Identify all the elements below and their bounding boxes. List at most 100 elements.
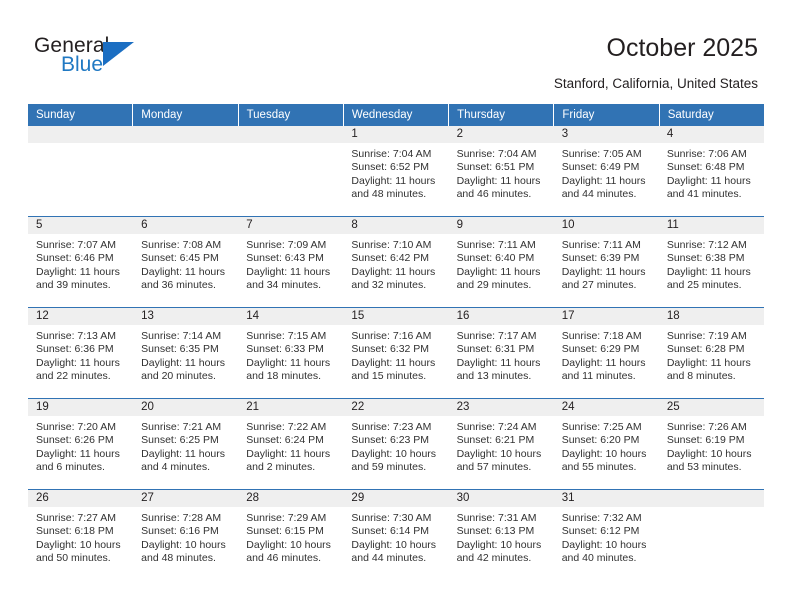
day-number[interactable]: 13	[133, 308, 238, 325]
day-cell[interactable]: Sunrise: 7:25 AM Sunset: 6:20 PM Dayligh…	[554, 416, 659, 489]
daylight-text: Daylight: 11 hours and 48 minutes.	[351, 174, 436, 201]
daylight-text: Daylight: 11 hours and 8 minutes.	[666, 356, 751, 383]
day-number[interactable]: 28	[238, 490, 343, 507]
week-daynumber-strip: 12 13 14 15 16 17 18	[28, 308, 764, 325]
sunset-text: Sunset: 6:38 PM	[666, 252, 745, 265]
day-cell[interactable]: Sunrise: 7:10 AM Sunset: 6:42 PM Dayligh…	[343, 234, 448, 307]
day-cell[interactable]: Sunrise: 7:32 AM Sunset: 6:12 PM Dayligh…	[554, 507, 659, 580]
day-number[interactable]: 27	[133, 490, 238, 507]
day-cell[interactable]	[238, 143, 343, 216]
day-number[interactable]: 21	[238, 399, 343, 416]
day-number[interactable]: 24	[554, 399, 659, 416]
day-cell[interactable]: Sunrise: 7:20 AM Sunset: 6:26 PM Dayligh…	[28, 416, 133, 489]
day-cell[interactable]: Sunrise: 7:04 AM Sunset: 6:52 PM Dayligh…	[343, 143, 448, 216]
day-number[interactable]: 9	[449, 217, 554, 234]
day-cell[interactable]: Sunrise: 7:06 AM Sunset: 6:48 PM Dayligh…	[659, 143, 764, 216]
day-number[interactable]: 1	[343, 126, 448, 143]
day-cell[interactable]: Sunrise: 7:14 AM Sunset: 6:35 PM Dayligh…	[133, 325, 238, 398]
day-number[interactable]: 2	[449, 126, 554, 143]
weekday-saturday: Saturday	[659, 104, 764, 126]
day-number[interactable]: 31	[554, 490, 659, 507]
day-number[interactable]: 4	[659, 126, 764, 143]
day-number[interactable]: 14	[238, 308, 343, 325]
day-cell[interactable]: Sunrise: 7:13 AM Sunset: 6:36 PM Dayligh…	[28, 325, 133, 398]
sunset-text: Sunset: 6:21 PM	[456, 434, 535, 447]
sunrise-text: Sunrise: 7:09 AM	[246, 239, 327, 251]
weekday-tuesday: Tuesday	[238, 104, 344, 126]
day-number[interactable]: 22	[343, 399, 448, 416]
day-number[interactable]: 10	[554, 217, 659, 234]
day-cell[interactable]: Sunrise: 7:16 AM Sunset: 6:32 PM Dayligh…	[343, 325, 448, 398]
day-cell[interactable]: Sunrise: 7:21 AM Sunset: 6:25 PM Dayligh…	[133, 416, 238, 489]
day-number[interactable]: 25	[659, 399, 764, 416]
day-number[interactable]: 18	[659, 308, 764, 325]
day-number[interactable]: 12	[28, 308, 133, 325]
daylight-text: Daylight: 11 hours and 13 minutes.	[456, 356, 541, 383]
daylight-text: Daylight: 10 hours and 42 minutes.	[456, 538, 542, 565]
sunset-text: Sunset: 6:29 PM	[561, 343, 640, 356]
day-number[interactable]	[238, 126, 343, 143]
day-cell[interactable]: Sunrise: 7:18 AM Sunset: 6:29 PM Dayligh…	[554, 325, 659, 398]
sunrise-text: Sunrise: 7:24 AM	[456, 421, 537, 433]
day-number[interactable]: 26	[28, 490, 133, 507]
sunset-text: Sunset: 6:36 PM	[36, 343, 114, 356]
daylight-text: Daylight: 10 hours and 53 minutes.	[666, 447, 752, 474]
day-cell[interactable]: Sunrise: 7:04 AM Sunset: 6:51 PM Dayligh…	[449, 143, 554, 216]
day-cell[interactable]: Sunrise: 7:31 AM Sunset: 6:13 PM Dayligh…	[449, 507, 554, 580]
day-number[interactable]: 29	[343, 490, 448, 507]
day-number[interactable]: 7	[238, 217, 343, 234]
sunset-text: Sunset: 6:31 PM	[456, 343, 535, 356]
sunrise-text: Sunrise: 7:11 AM	[456, 239, 536, 251]
day-cell[interactable]	[133, 143, 238, 216]
day-number[interactable]: 17	[554, 308, 659, 325]
sunset-text: Sunset: 6:35 PM	[141, 343, 219, 356]
sunrise-text: Sunrise: 7:28 AM	[141, 512, 222, 524]
day-cell[interactable]: Sunrise: 7:29 AM Sunset: 6:15 PM Dayligh…	[238, 507, 343, 580]
day-number[interactable]: 8	[343, 217, 448, 234]
sunset-text: Sunset: 6:49 PM	[561, 161, 640, 174]
day-number[interactable]: 5	[28, 217, 133, 234]
day-number[interactable]: 15	[343, 308, 448, 325]
brand-logo[interactable]: General Blue	[34, 34, 234, 86]
day-cell[interactable]	[659, 507, 764, 580]
day-cell[interactable]: Sunrise: 7:19 AM Sunset: 6:28 PM Dayligh…	[659, 325, 764, 398]
day-cell[interactable]: Sunrise: 7:09 AM Sunset: 6:43 PM Dayligh…	[238, 234, 343, 307]
day-cell[interactable]: Sunrise: 7:11 AM Sunset: 6:40 PM Dayligh…	[449, 234, 554, 307]
daylight-text: Daylight: 10 hours and 46 minutes.	[246, 538, 331, 565]
day-cell[interactable]: Sunrise: 7:24 AM Sunset: 6:21 PM Dayligh…	[449, 416, 554, 489]
day-cell[interactable]: Sunrise: 7:27 AM Sunset: 6:18 PM Dayligh…	[28, 507, 133, 580]
sunset-text: Sunset: 6:15 PM	[246, 525, 324, 538]
page-title: October 2025	[606, 34, 759, 62]
day-number[interactable]	[28, 126, 133, 143]
day-number[interactable]: 20	[133, 399, 238, 416]
day-cell[interactable]: Sunrise: 7:22 AM Sunset: 6:24 PM Dayligh…	[238, 416, 343, 489]
day-cell[interactable]: Sunrise: 7:28 AM Sunset: 6:16 PM Dayligh…	[133, 507, 238, 580]
day-cell[interactable]: Sunrise: 7:17 AM Sunset: 6:31 PM Dayligh…	[449, 325, 554, 398]
day-cell[interactable]: Sunrise: 7:05 AM Sunset: 6:49 PM Dayligh…	[554, 143, 659, 216]
day-number[interactable]: 11	[659, 217, 764, 234]
day-cell[interactable]: Sunrise: 7:12 AM Sunset: 6:38 PM Dayligh…	[659, 234, 764, 307]
sunrise-text: Sunrise: 7:14 AM	[141, 330, 222, 342]
sunset-text: Sunset: 6:25 PM	[141, 434, 219, 447]
day-cell[interactable]: Sunrise: 7:08 AM Sunset: 6:45 PM Dayligh…	[133, 234, 238, 307]
day-number[interactable]: 16	[449, 308, 554, 325]
day-number[interactable]: 23	[449, 399, 554, 416]
day-cell[interactable]: Sunrise: 7:26 AM Sunset: 6:19 PM Dayligh…	[659, 416, 764, 489]
day-number[interactable]: 19	[28, 399, 133, 416]
day-cell[interactable]: Sunrise: 7:23 AM Sunset: 6:23 PM Dayligh…	[343, 416, 448, 489]
daylight-text: Daylight: 11 hours and 2 minutes.	[246, 447, 331, 474]
sunset-text: Sunset: 6:48 PM	[666, 161, 745, 174]
sunrise-text: Sunrise: 7:21 AM	[141, 421, 222, 433]
day-cell[interactable]: Sunrise: 7:30 AM Sunset: 6:14 PM Dayligh…	[343, 507, 448, 580]
sunset-text: Sunset: 6:51 PM	[456, 161, 535, 174]
day-number[interactable]: 30	[449, 490, 554, 507]
day-cell[interactable]: Sunrise: 7:07 AM Sunset: 6:46 PM Dayligh…	[28, 234, 133, 307]
day-cell[interactable]: Sunrise: 7:15 AM Sunset: 6:33 PM Dayligh…	[238, 325, 343, 398]
day-number[interactable]	[659, 490, 764, 507]
day-number[interactable]	[133, 126, 238, 143]
day-cell[interactable]: Sunrise: 7:11 AM Sunset: 6:39 PM Dayligh…	[554, 234, 659, 307]
day-cell[interactable]	[28, 143, 133, 216]
day-number[interactable]: 6	[133, 217, 238, 234]
day-number[interactable]: 3	[554, 126, 659, 143]
sunset-text: Sunset: 6:43 PM	[246, 252, 324, 265]
